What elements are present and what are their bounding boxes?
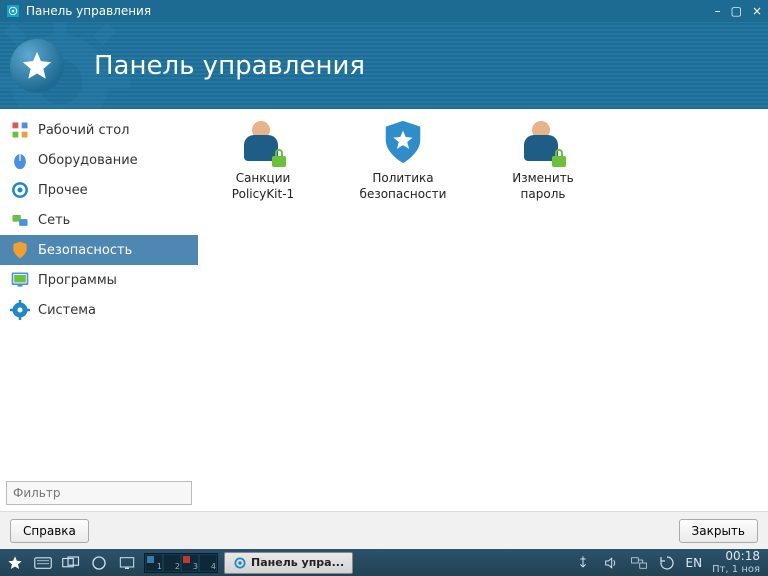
sidebar-item-label: Программы: [38, 273, 117, 288]
star-badge-icon: [10, 39, 64, 93]
tile-policykit-sanctions[interactable]: Санкции PolicyKit-1: [208, 119, 318, 202]
desktop-icon: [10, 120, 30, 140]
app-body: Рабочий стол Оборудование Прочее: [0, 109, 768, 549]
file-manager-icon[interactable]: [88, 553, 110, 573]
taskbar-active-window[interactable]: Панель упра...: [224, 552, 353, 574]
gear-icon: [10, 180, 30, 200]
sidebar-item-label: Рабочий стол: [38, 123, 129, 138]
sidebar-item-label: Сеть: [38, 213, 70, 228]
sidebar-item-hardware[interactable]: Оборудование: [0, 145, 198, 175]
dialog-button-row: Справка Закрыть: [0, 511, 768, 549]
sidebar-item-desktop[interactable]: Рабочий стол: [0, 115, 198, 145]
clock-date: Пт, 1 ноя: [712, 564, 760, 575]
tile-change-password[interactable]: Изменить пароль: [488, 119, 598, 202]
tile-label: Изменить пароль: [488, 171, 598, 202]
sidebar-items: Рабочий стол Оборудование Прочее: [0, 115, 198, 475]
monitor-icon: [10, 270, 30, 290]
update-tray-icon[interactable]: [658, 554, 676, 572]
close-button[interactable]: Закрыть: [679, 519, 758, 543]
sidebar-item-system[interactable]: Система: [0, 295, 198, 325]
taskbar-right: EN 00:18 Пт, 1 ноя: [574, 550, 768, 574]
sidebar-item-programs[interactable]: Программы: [0, 265, 198, 295]
taskbar-window-label: Панель упра...: [251, 556, 344, 569]
windows-overview-icon[interactable]: [60, 553, 82, 573]
help-button[interactable]: Справка: [10, 519, 89, 543]
sidebar: Рабочий стол Оборудование Прочее: [0, 109, 198, 511]
window-controls: – ▢ ×: [715, 4, 762, 18]
sidebar-item-security[interactable]: Безопасность: [0, 235, 198, 265]
app-main: Рабочий стол Оборудование Прочее: [0, 109, 768, 511]
clock-time: 00:18: [712, 550, 760, 563]
sidebar-item-label: Прочее: [38, 183, 88, 198]
tile-label: Санкции PolicyKit-1: [208, 171, 318, 202]
keyboard-icon[interactable]: [32, 553, 54, 573]
sidebar-item-label: Система: [38, 303, 96, 318]
taskbar: 1 2 3 4 Панель упра... EN 00:18 Пт, 1 но…: [0, 549, 768, 576]
gear-icon: [233, 556, 247, 570]
tile-label: Политика безопасности: [348, 171, 458, 202]
person-lock-icon: [240, 119, 286, 165]
workspace-1[interactable]: 1: [145, 554, 163, 572]
network-icon: [10, 210, 30, 230]
system-gear-icon: [10, 300, 30, 320]
workspace-pager[interactable]: 1 2 3 4: [144, 553, 218, 573]
person-lock-icon: [520, 119, 566, 165]
workspace-3[interactable]: 3: [181, 554, 199, 572]
window-titlebar: Панель управления – ▢ ×: [0, 0, 768, 22]
show-desktop-icon[interactable]: [116, 553, 138, 573]
page-title: Панель управления: [94, 51, 365, 81]
tile-security-policy[interactable]: Политика безопасности: [348, 119, 458, 202]
workspace-4[interactable]: 4: [199, 554, 217, 572]
sidebar-item-network[interactable]: Сеть: [0, 205, 198, 235]
language-indicator[interactable]: EN: [686, 556, 703, 570]
app-icon: [6, 4, 20, 18]
start-menu-button[interactable]: [4, 553, 26, 573]
maximize-button[interactable]: ▢: [731, 4, 742, 18]
usb-tray-icon[interactable]: [574, 554, 592, 572]
sidebar-item-label: Безопасность: [38, 243, 132, 258]
shield-star-icon: [380, 119, 426, 165]
network-tray-icon[interactable]: [630, 554, 648, 572]
filter-box: [6, 481, 192, 505]
filter-input[interactable]: [6, 481, 192, 505]
window-title: Панель управления: [26, 4, 715, 18]
workspace-2[interactable]: 2: [163, 554, 181, 572]
minimize-button[interactable]: –: [715, 4, 721, 18]
sidebar-item-other[interactable]: Прочее: [0, 175, 198, 205]
mouse-icon: [10, 150, 30, 170]
taskbar-left: 1 2 3 4 Панель упра...: [0, 552, 353, 574]
close-window-button[interactable]: ×: [752, 4, 762, 18]
content-area: Санкции PolicyKit-1 Политика безопасност…: [198, 109, 768, 511]
volume-tray-icon[interactable]: [602, 554, 620, 572]
shield-icon: [10, 240, 30, 260]
taskbar-clock[interactable]: 00:18 Пт, 1 ноя: [712, 550, 760, 574]
sidebar-item-label: Оборудование: [38, 153, 138, 168]
header-banner: Панель управления: [0, 22, 768, 109]
